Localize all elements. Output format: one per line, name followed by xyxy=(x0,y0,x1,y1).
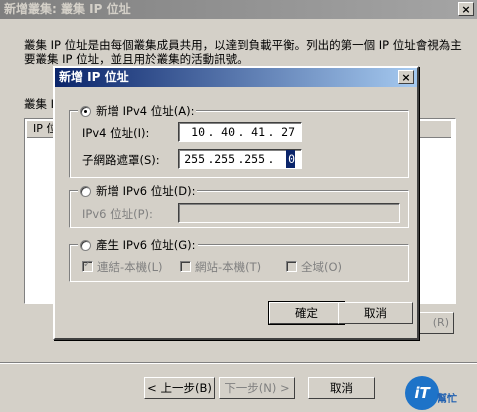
back-button[interactable]: < 上一步(B) xyxy=(144,377,215,399)
ipv6-radio[interactable]: 新增 IPv6 位址(D): xyxy=(78,183,198,199)
wizard-footer-divider xyxy=(0,362,477,364)
subnet-mask-input[interactable]: 255 . 255 . 255 . 0 xyxy=(178,149,302,169)
ipv4-group: 新增 IPv4 位址(A): IPv4 位址(I): 10 . 40 . 41 … xyxy=(69,103,409,178)
watermark-text: 幫忙 xyxy=(437,394,457,405)
ipv6-address-label: IPv6 位址(P): xyxy=(82,207,153,221)
ipv6-radio-label[interactable]: 新增 IPv6 位址(D): xyxy=(96,183,195,199)
generate-ipv6-radio[interactable]: 產生 IPv6 位址(G): xyxy=(78,237,198,253)
next-button[interactable]: 下一步(N) > xyxy=(219,377,295,399)
wizard-cancel-button[interactable]: 取消 xyxy=(308,377,375,399)
ipv6-group: 新增 IPv6 位址(D): IPv6 位址(P): xyxy=(69,183,409,228)
wizard-close-icon[interactable]: × xyxy=(458,2,474,16)
ithome-logo-icon: iT xyxy=(405,376,439,410)
ipv4-address-label: IPv4 位址(I): xyxy=(82,126,150,140)
generate-ipv6-radio-icon[interactable] xyxy=(80,239,91,251)
dialog-cancel-button[interactable]: 取消 xyxy=(338,302,413,324)
ipv6-radio-icon[interactable] xyxy=(80,185,91,197)
ithome-watermark: iT 幫忙 xyxy=(405,376,475,410)
dialog-close-icon[interactable]: × xyxy=(398,70,414,84)
mask-octet-2[interactable]: 255 xyxy=(209,150,235,168)
ipv4-radio-icon[interactable] xyxy=(80,105,91,117)
link-local-checkbox[interactable] xyxy=(82,259,93,272)
wizard-title: 新增叢集: 叢集 IP 位址 xyxy=(4,2,131,16)
ipv4-octet-2[interactable]: 40 xyxy=(209,123,235,141)
ipv4-octet-4[interactable]: 27 xyxy=(269,123,295,141)
generate-ipv6-group: 產生 IPv6 位址(G): 連結-本機(L) 網站-本機(T) 全域(O) xyxy=(69,237,409,282)
add-ip-dialog: 新增 IP 位址 × 新增 IPv4 位址(A): IPv4 位址(I): 10… xyxy=(53,66,419,340)
mask-octet-1[interactable]: 255 xyxy=(179,150,205,168)
generate-ipv6-radio-label[interactable]: 產生 IPv6 位址(G): xyxy=(96,237,196,253)
ipv4-address-input[interactable]: 10 . 40 . 41 . 27 xyxy=(178,122,302,142)
ipv6-address-input[interactable] xyxy=(178,203,400,223)
mask-octet-3[interactable]: 255 xyxy=(239,150,265,168)
wizard-description: 叢集 IP 位址是由每個叢集成員共用，以達到負載平衡。列出的第一個 IP 位址會… xyxy=(24,38,462,66)
mask-octet-4[interactable]: 0 xyxy=(286,150,295,168)
dialog-title-bar: 新增 IP 位址 xyxy=(55,68,417,87)
remove-button[interactable]: (R) xyxy=(414,312,454,334)
wizard-title-bar: 新增叢集: 叢集 IP 位址 xyxy=(0,0,477,19)
link-local-label[interactable]: 連結-本機(L) xyxy=(97,259,163,275)
dialog-title: 新增 IP 位址 xyxy=(59,70,129,84)
global-label[interactable]: 全域(O) xyxy=(301,259,342,275)
site-local-label[interactable]: 網站-本機(T) xyxy=(195,259,261,275)
site-local-checkbox[interactable] xyxy=(180,261,191,272)
ok-button[interactable]: 確定 xyxy=(268,301,345,325)
ipv4-radio[interactable]: 新增 IPv4 位址(A): xyxy=(78,103,197,119)
ipv4-octet-1[interactable]: 10 xyxy=(179,123,205,141)
ipv4-octet-3[interactable]: 41 xyxy=(239,123,265,141)
subnet-mask-label: 子網路遮罩(S): xyxy=(82,153,160,167)
mask-dot: . xyxy=(267,152,275,166)
ipv4-radio-label[interactable]: 新增 IPv4 位址(A): xyxy=(96,103,194,119)
global-checkbox[interactable] xyxy=(286,261,297,272)
